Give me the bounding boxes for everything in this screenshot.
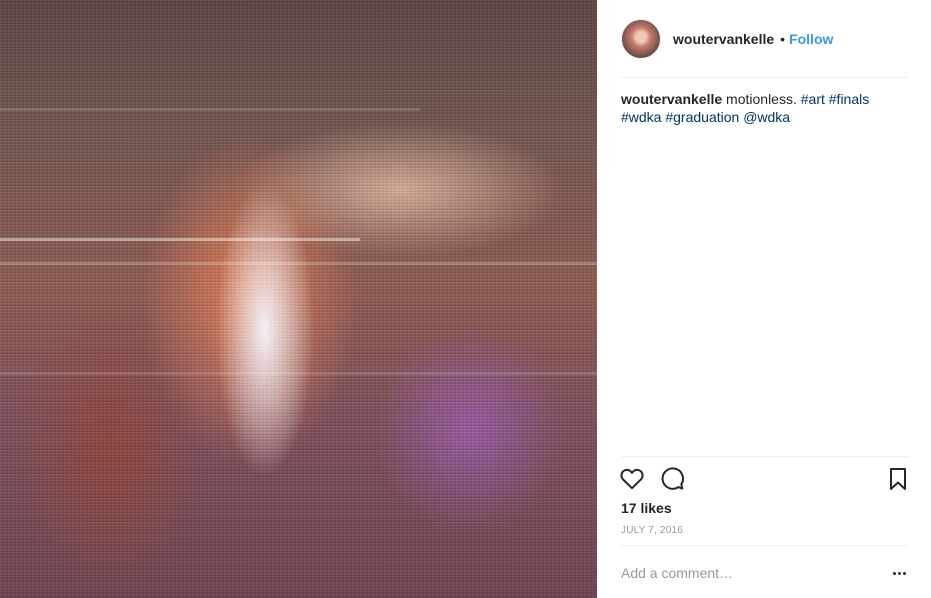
hashtag-finals[interactable]: #finals	[829, 91, 869, 107]
follow-button[interactable]: Follow	[789, 31, 833, 47]
divider	[621, 545, 908, 546]
glitch-streak	[0, 238, 360, 241]
more-options-button[interactable]	[889, 564, 909, 582]
glitch-streak	[0, 108, 420, 111]
heart-icon	[620, 468, 644, 490]
caption-username[interactable]: woutervankelle	[621, 91, 722, 107]
more-options-icon	[902, 571, 906, 575]
divider	[621, 456, 908, 457]
glitch-streak	[0, 262, 597, 265]
save-button[interactable]	[885, 466, 911, 492]
more-options-icon	[897, 571, 901, 575]
like-button[interactable]	[619, 466, 645, 492]
comment-button[interactable]	[659, 466, 685, 492]
hashtag-graduation[interactable]: #graduation	[665, 109, 739, 125]
glitch-overlay	[0, 0, 597, 598]
mention-wdka[interactable]: @wdka	[743, 109, 790, 125]
post-date[interactable]: JULY 7, 2016	[621, 525, 683, 536]
header-username[interactable]: woutervankelle	[673, 31, 774, 47]
separator-dot: •	[780, 31, 786, 47]
glitch-streak	[0, 372, 597, 375]
action-bar	[619, 466, 911, 492]
post-caption: woutervankelle motionless. #art #finals …	[621, 90, 901, 126]
post-details-panel: woutervankelle • Follow woutervankelle m…	[597, 0, 931, 598]
post-header: woutervankelle • Follow	[621, 19, 909, 59]
comment-input[interactable]	[621, 562, 861, 584]
hashtag-art[interactable]: #art	[801, 91, 825, 107]
bookmark-icon	[890, 468, 906, 490]
comment-bubble-icon	[661, 467, 684, 490]
more-options-icon	[892, 571, 896, 575]
avatar[interactable]	[621, 19, 661, 59]
hashtag-wdka[interactable]: #wdka	[621, 109, 661, 125]
post-media[interactable]	[0, 0, 597, 598]
divider	[621, 77, 908, 78]
like-count[interactable]: 17 likes	[621, 500, 672, 516]
caption-text: motionless.	[726, 91, 797, 107]
